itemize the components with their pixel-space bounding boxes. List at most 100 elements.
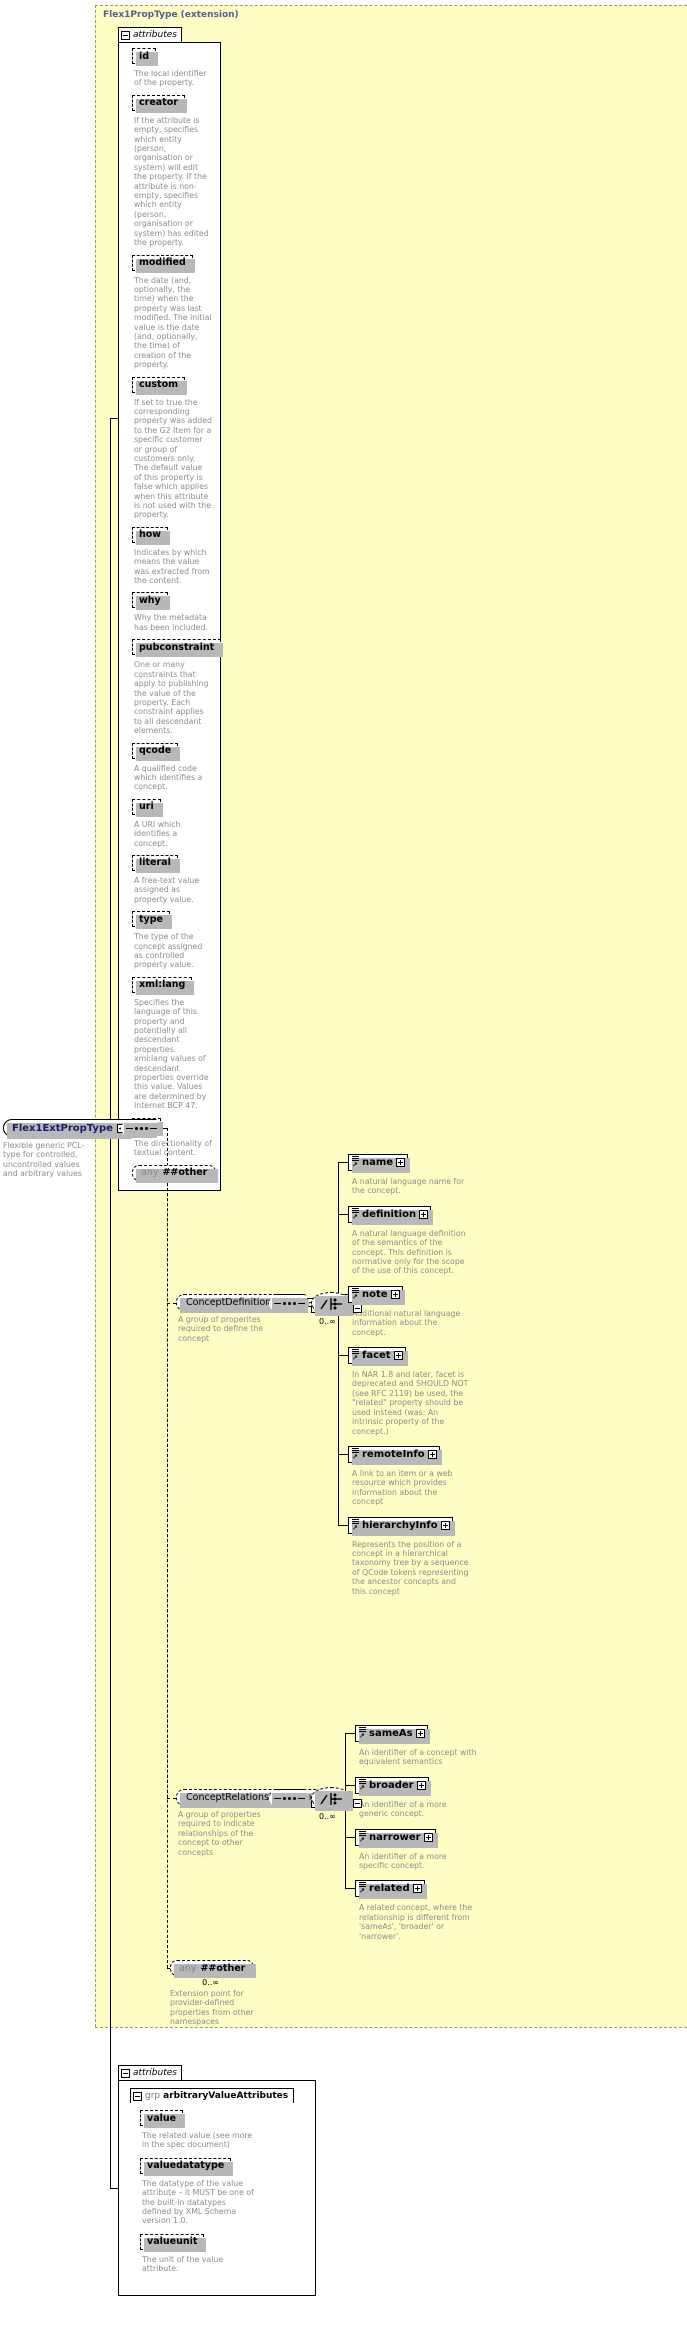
expand-icon[interactable] — [423, 1832, 433, 1842]
concept-definition-group-description: A group of properites required to define… — [178, 1315, 264, 1343]
element-node-hierarchyInfo[interactable]: ↗ hierarchyInfo — [348, 1516, 455, 1536]
expand-icon[interactable] — [419, 1209, 429, 1219]
expand-icon[interactable] — [416, 1780, 426, 1790]
attribute-description-modified: The date (and, optionally, the time) whe… — [134, 275, 212, 370]
extension-point-any-node[interactable]: any ##other — [170, 1960, 257, 1978]
expand-icon[interactable] — [415, 1729, 425, 1738]
attribute-node-type[interactable]: type — [132, 911, 172, 930]
element-node-related[interactable]: ↗ related — [355, 1880, 427, 1900]
attribute-node-valueunit[interactable]: valueunit — [140, 2233, 207, 2252]
element-label: note — [362, 1288, 388, 1300]
choice-connector-concept-relationships[interactable] — [311, 1787, 353, 1811]
connector-line — [338, 1453, 348, 1455]
root-type-label: Flex1ExtPropType — [12, 1122, 113, 1134]
connector-line — [338, 1162, 339, 1525]
choice-connector-toggle[interactable] — [353, 1793, 362, 1812]
element-icon: ↗ — [359, 1830, 366, 1844]
expand-icon[interactable] — [393, 1351, 403, 1361]
element-node-sameAs[interactable]: ↗ sameAs — [355, 1725, 430, 1744]
attribute-node-id[interactable]: id — [132, 48, 159, 66]
connector-line — [110, 418, 111, 1128]
cardinality-label: 0..∞ — [319, 1317, 336, 1326]
element-label: sameAs — [369, 1728, 413, 1739]
attribute-group-tab[interactable]: grp arbitraryValueAttributes — [130, 2088, 295, 2103]
attribute-description-how: Indicates by which means the value was e… — [134, 547, 210, 586]
element-description-sameAs: An identifier of a concept with equivale… — [359, 1748, 477, 1767]
connector-line — [345, 1784, 355, 1786]
element-label: remoteInfo — [362, 1448, 425, 1460]
any-namespace: ##other — [162, 1167, 208, 1178]
element-node-narrower[interactable]: ↗ narrower — [355, 1828, 438, 1848]
element-icon: ↗ — [352, 1287, 359, 1301]
element-node-facet[interactable]: ↗ facet — [348, 1347, 408, 1367]
attribute-node-custom[interactable]: custom — [132, 376, 188, 395]
connector-line — [338, 1355, 348, 1357]
element-label: name — [362, 1157, 394, 1168]
element-description-related: A related concept, where the relationshi… — [359, 1903, 473, 1941]
attribute-node-value[interactable]: value — [140, 2110, 186, 2128]
attribute-node-pubconstraint[interactable]: pubconstraint — [132, 639, 224, 658]
element-node-definition[interactable]: ↗ definition — [348, 1205, 434, 1225]
attribute-node-literal[interactable]: literal — [132, 854, 180, 873]
element-label: hierarchyInfo — [362, 1519, 438, 1531]
element-node-broader[interactable]: ↗ broader — [355, 1776, 431, 1796]
attribute-node-qcode[interactable]: qcode — [132, 742, 181, 761]
attribute-description-qcode: A qualified code which identifies a conc… — [134, 763, 203, 792]
element-description-facet: In NAR 1.8 and later, facet is deprecate… — [352, 1370, 469, 1436]
attributes-label: attributes — [133, 2068, 177, 2078]
connector-line — [345, 1836, 355, 1838]
element-icon: ↗ — [352, 1349, 359, 1362]
any-keyword: any — [141, 1167, 159, 1178]
element-label: broader — [369, 1779, 414, 1791]
attribute-node-creator[interactable]: creator — [132, 94, 187, 113]
connector-line — [345, 1888, 355, 1890]
attribute-description-uri: A URI which identifies a concept. — [134, 819, 181, 848]
root-type-node[interactable]: Flex1ExtPropType — [3, 1119, 132, 1139]
expand-icon[interactable] — [412, 1884, 422, 1894]
attribute-node-xml-lang[interactable]: xml:lang — [132, 976, 195, 995]
attribute-node-how[interactable]: how — [132, 526, 171, 545]
collapse-icon[interactable] — [353, 1304, 362, 1313]
group-keyword: grp — [145, 2091, 161, 2101]
sequence-connector-root[interactable] — [120, 1119, 162, 1138]
expand-icon[interactable] — [427, 1449, 437, 1459]
attribute-node-why[interactable]: why — [132, 592, 170, 611]
element-icon: ↗ — [352, 1518, 359, 1532]
root-type-description: Flexible generic PCL-type for controlled… — [3, 1141, 85, 1179]
connector-line — [338, 1213, 348, 1215]
element-node-remoteInfo[interactable]: ↗ remoteInfo — [348, 1445, 442, 1465]
attribute-description-creator: If the attribute is empty, specifies whi… — [134, 115, 209, 248]
element-node-note[interactable]: ↗ note — [348, 1285, 405, 1305]
collapse-icon[interactable] — [133, 2091, 142, 2101]
schema-diagram-canvas: Flex1PropType (extension) attributes id The… — [0, 0, 687, 2337]
collapse-icon[interactable] — [121, 2068, 130, 2078]
attribute-description-id: The local identifier of the property. — [134, 69, 207, 88]
attribute-node-uri[interactable]: uri — [132, 798, 163, 817]
attribute-node-valuedatatype[interactable]: valuedatatype — [140, 2157, 234, 2176]
expand-icon[interactable] — [390, 1289, 400, 1299]
any-other-attribute-node[interactable]: any ##other — [132, 1164, 219, 1183]
attribute-description-dir: The directionality of textual content. — [134, 1138, 212, 1158]
expand-icon[interactable] — [440, 1520, 450, 1530]
choice-connector-concept-definition[interactable] — [311, 1292, 353, 1316]
connector-line — [167, 1798, 176, 1799]
element-icon: ↗ — [359, 1882, 366, 1895]
attribute-description-type: The type of the concept assigned as cont… — [134, 932, 203, 970]
expand-icon[interactable] — [396, 1158, 406, 1167]
base-attributes-compartment-tab[interactable]: attributes — [118, 2065, 182, 2080]
collapse-icon[interactable] — [353, 1799, 362, 1808]
element-description-hierarchyInfo: Represents the position of a concept in … — [352, 1539, 469, 1596]
attributes-compartment-tab[interactable]: attributes — [118, 27, 182, 42]
element-description-note: Additional natural language information … — [352, 1308, 461, 1337]
attribute-node-modified[interactable]: modified — [132, 254, 195, 273]
connector-line — [338, 1524, 348, 1526]
collapse-icon[interactable] — [121, 30, 130, 40]
group-name: arbitraryValueAttributes — [163, 2091, 289, 2101]
sequence-connector-concept-relationships[interactable] — [268, 1789, 310, 1808]
element-node-name[interactable]: ↗ name — [348, 1154, 411, 1173]
element-icon: ↗ — [359, 1727, 366, 1740]
attribute-description-literal: A free-text value assigned as property v… — [134, 875, 200, 904]
sequence-connector-concept-definition[interactable] — [268, 1294, 310, 1313]
element-icon: ↗ — [359, 1778, 366, 1792]
attribute-description-xml-lang: Specifies the language of this property … — [134, 997, 209, 1111]
